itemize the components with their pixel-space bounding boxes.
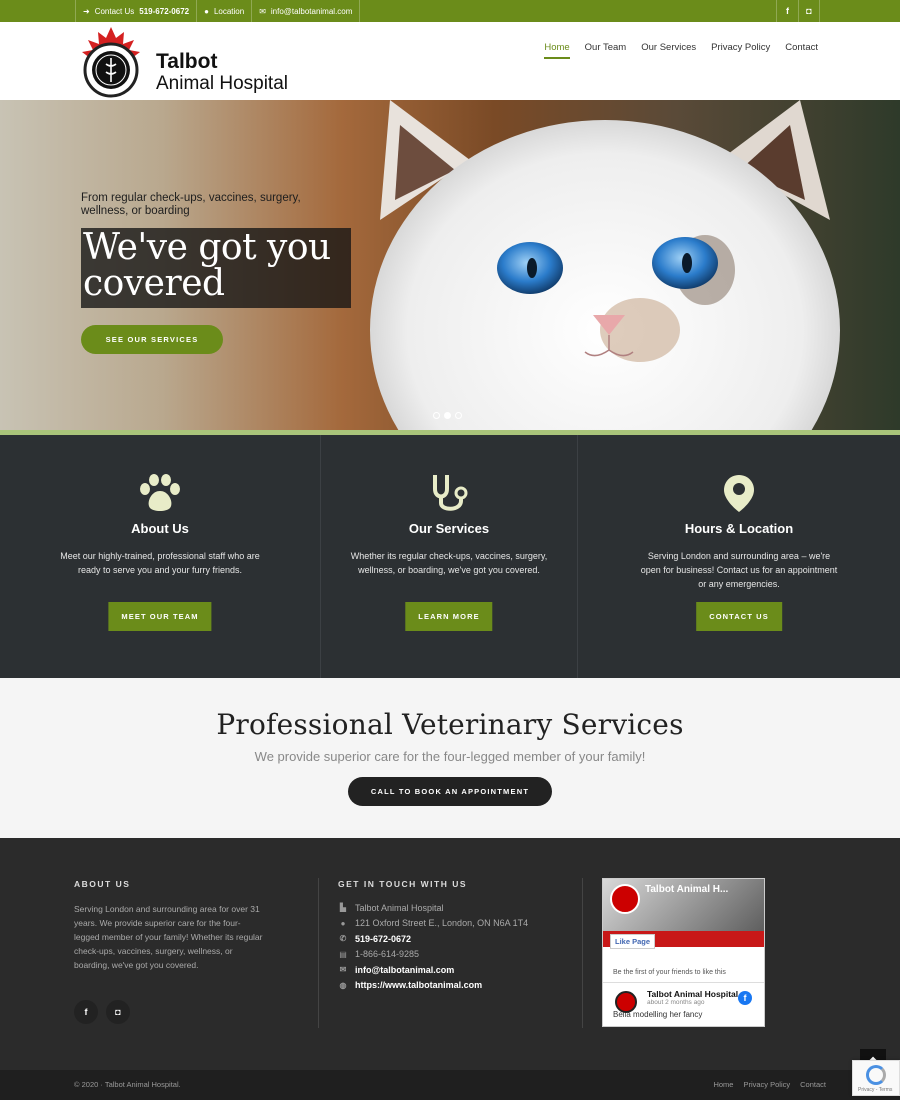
feature-text: Serving London and surrounding area – we…: [640, 551, 838, 589]
footer-link-contact[interactable]: Contact: [800, 1080, 826, 1089]
footer-about-title: ABOUT US: [74, 879, 131, 889]
topbar-email-text: info@talbotanimal.com: [270, 6, 353, 16]
features-section: About Us Meet our highly-trained, profes…: [0, 435, 900, 678]
hero-title: We've got you covered: [81, 228, 351, 308]
footer-link-privacy[interactable]: Privacy Policy: [743, 1080, 790, 1089]
contact-email-row[interactable]: ✉ info@talbotanimal.com: [338, 962, 528, 978]
contact-phone[interactable]: 519-672-0672: [355, 934, 411, 944]
footer-link-home[interactable]: Home: [713, 1080, 733, 1089]
contact-phone-row[interactable]: ✆ 519-672-0672: [338, 931, 528, 947]
footer-social: f ◘: [74, 1000, 130, 1024]
location-pin-icon: ●: [204, 6, 209, 16]
copyright: © 2020 · Talbot Animal Hospital.: [74, 1080, 181, 1089]
hero-subtitle: From regular check-ups, vaccines, surger…: [81, 192, 301, 217]
slider-dots: [433, 412, 462, 419]
site-footer: ABOUT US Serving London and surrounding …: [0, 838, 900, 1070]
brand-line-2: Animal Hospital: [156, 73, 288, 94]
brand-line-1: Talbot: [156, 50, 218, 73]
facebook-icon[interactable]: f: [776, 0, 798, 22]
contact-fax-row: ▤ 1-866-614-9285: [338, 947, 528, 963]
feature-title: About Us: [131, 521, 189, 536]
nav-our-team[interactable]: Our Team: [585, 42, 627, 59]
building-icon: ▙: [339, 903, 347, 913]
bottom-bar: © 2020 · Talbot Animal Hospital. Home Pr…: [0, 1070, 900, 1100]
facebook-icon[interactable]: f: [74, 1000, 98, 1024]
feature-our-services: Our Services Whether its regular check-u…: [321, 435, 578, 678]
contact-website[interactable]: https://www.talbotanimal.com: [355, 980, 482, 990]
top-bar: ➜ Contact Us 519-672-0672 ● Location ✉ i…: [0, 0, 900, 22]
topbar-email[interactable]: ✉ info@talbotanimal.com: [252, 0, 361, 22]
instagram-icon[interactable]: ◘: [106, 1000, 130, 1024]
nav-privacy-policy[interactable]: Privacy Policy: [711, 42, 770, 59]
facebook-friends-text: Be the first of your friends to like thi…: [603, 963, 764, 983]
contact-website-row[interactable]: ◍ https://www.talbotanimal.com: [338, 978, 528, 994]
arrow-right-icon: ➜: [83, 6, 90, 16]
recaptcha-text: Privacy - Terms: [858, 1087, 893, 1093]
nav-our-services[interactable]: Our Services: [641, 42, 696, 59]
slider-dot-1[interactable]: [433, 412, 440, 419]
book-appointment-button[interactable]: CALL TO BOOK AN APPOINTMENT: [348, 777, 552, 806]
location-label: Location: [213, 6, 245, 16]
globe-icon: ◍: [339, 980, 347, 990]
footer-divider: [318, 878, 319, 1028]
contact-email[interactable]: info@talbotanimal.com: [355, 965, 454, 975]
fax-icon: ▤: [339, 949, 347, 959]
learn-more-button[interactable]: LEARN MORE: [405, 602, 493, 631]
footer-divider: [582, 878, 583, 1028]
hero-slider[interactable]: From regular check-ups, vaccines, surger…: [0, 100, 900, 430]
contact-address: 121 Oxford Street E., London, ON N6A 1T4: [355, 918, 529, 929]
feature-title: Hours & Location: [684, 521, 794, 536]
slider-dot-3[interactable]: [455, 412, 462, 419]
footer-links: Home Privacy Policy Contact: [713, 1080, 826, 1089]
brand-name[interactable]: Talbot Animal Hospital: [156, 51, 288, 95]
topbar-phone[interactable]: 519-672-0672: [139, 7, 189, 16]
slider-dot-2[interactable]: [444, 412, 451, 419]
feature-hours-location: Hours & Location Serving London and surr…: [578, 435, 900, 678]
recaptcha-badge[interactable]: Privacy - Terms: [852, 1060, 900, 1096]
topbar-contact[interactable]: ➜ Contact Us 519-672-0672: [75, 0, 198, 22]
contact-fax: 1-866-614-9285: [355, 949, 420, 960]
meet-our-team-button[interactable]: MEET OUR TEAM: [108, 602, 212, 631]
envelope-icon: ✉: [259, 6, 266, 16]
hospital-logo[interactable]: [76, 26, 146, 98]
stethoscope-icon: [321, 473, 577, 513]
instagram-icon[interactable]: ◘: [798, 0, 820, 22]
paw-icon: [0, 473, 320, 513]
facebook-post: f Talbot Animal Hospital about 2 months …: [603, 983, 764, 1025]
feature-text: Meet our highly-trained, professional st…: [60, 551, 260, 575]
site-header: Talbot Animal Hospital Home Our Team Our…: [0, 22, 900, 100]
map-pin-icon: [578, 473, 900, 513]
facebook-page-name[interactable]: Talbot Animal H...: [645, 884, 728, 895]
feature-about-us: About Us Meet our highly-trained, profes…: [0, 435, 321, 678]
contact-name-row: ▙ Talbot Animal Hospital: [338, 900, 528, 916]
contact-us-button[interactable]: CONTACT US: [696, 602, 782, 631]
services-band: Professional Veterinary Services We prov…: [0, 678, 900, 838]
nav-contact[interactable]: Contact: [785, 42, 818, 59]
feature-title: Our Services: [408, 521, 490, 536]
nav-home[interactable]: Home: [544, 42, 570, 59]
facebook-page-widget[interactable]: Talbot Animal H... Like Page Be the firs…: [602, 878, 765, 1027]
footer-contact-list: ▙ Talbot Animal Hospital ● 121 Oxford St…: [338, 900, 528, 993]
services-subheading: We provide superior care for the four-le…: [254, 749, 646, 764]
contact-address-row: ● 121 Oxford Street E., London, ON N6A 1…: [338, 916, 529, 932]
footer-about-text: Serving London and surrounding area for …: [74, 904, 263, 970]
feature-text: Whether its regular check-ups, vaccines,…: [350, 551, 548, 575]
facebook-like-button[interactable]: Like Page: [610, 934, 656, 949]
see-our-services-button[interactable]: SEE OUR SERVICES: [81, 325, 223, 354]
facebook-cover: Talbot Animal H... Like Page: [603, 879, 764, 949]
post-text: Bella modelling her fancy: [613, 1010, 703, 1019]
envelope-icon: ✉: [339, 965, 347, 975]
recaptcha-icon: [866, 1065, 886, 1085]
post-avatar: [615, 991, 637, 1013]
footer-contact-title: GET IN TOUCH WITH US: [338, 879, 468, 889]
main-nav: Home Our Team Our Services Privacy Polic…: [544, 42, 818, 59]
phone-icon: ✆: [339, 934, 347, 944]
services-heading: Professional Veterinary Services: [216, 708, 684, 741]
contact-label: Contact Us: [94, 6, 135, 16]
facebook-page-logo: [610, 884, 640, 914]
contact-name: Talbot Animal Hospital: [355, 902, 444, 913]
location-pin-icon: ●: [340, 918, 346, 928]
facebook-icon: f: [738, 991, 752, 1005]
topbar-location[interactable]: ● Location: [197, 0, 253, 22]
